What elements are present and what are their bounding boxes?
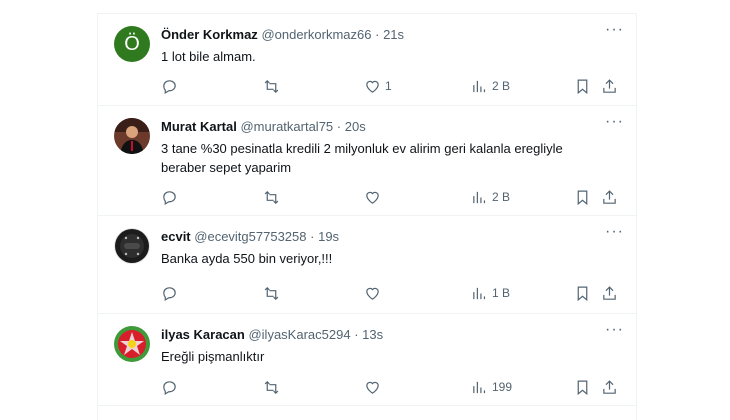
heart-icon	[366, 381, 379, 394]
timestamp[interactable]: 19s	[318, 229, 339, 244]
like-button[interactable]	[364, 283, 381, 303]
author-name[interactable]: ecvit	[161, 229, 191, 244]
retweet-button[interactable]	[263, 76, 280, 96]
tweet-text: Banka ayda 550 bin veriyor,!!!	[161, 251, 333, 266]
author-name[interactable]: ilyas Karacan	[161, 327, 245, 342]
timestamp[interactable]: 21s	[383, 27, 404, 42]
view-count: 1 B	[492, 286, 511, 300]
separator: ·	[310, 229, 315, 244]
view-count: 2 B	[492, 190, 511, 204]
author-handle[interactable]: @ecevitg57753258	[194, 229, 306, 244]
reply-button[interactable]	[161, 76, 178, 96]
heart-icon	[366, 191, 379, 204]
view-count: 199	[492, 380, 513, 394]
retweet-button[interactable]	[263, 377, 280, 397]
tweet[interactable]: Ö Önder Korkmaz @onderkorkmaz66 · 21s ··…	[98, 14, 636, 106]
tweet-header: ecvit @ecevitg57753258 · 19s	[161, 229, 596, 245]
separator: ·	[336, 119, 342, 134]
tweet-feed: Ö Önder Korkmaz @onderkorkmaz66 · 21s ··…	[97, 13, 637, 420]
timestamp[interactable]: 20s	[345, 119, 366, 134]
separator: ·	[354, 327, 359, 342]
share-icon	[603, 379, 616, 394]
author-handle[interactable]: @muratkartal75	[240, 119, 333, 134]
retweet-button[interactable]	[263, 187, 280, 207]
tweet-header: ilyas Karacan @ilyasKarac5294 · 13s	[161, 327, 596, 343]
bookmark-button[interactable]	[574, 76, 591, 96]
avatar-photo	[114, 326, 150, 362]
like-count: 1	[385, 79, 392, 93]
reply-icon	[163, 380, 176, 395]
share-icon	[603, 78, 616, 93]
views-button[interactable]: 2 B	[471, 187, 510, 207]
share-button[interactable]	[601, 76, 618, 96]
retweet-icon	[264, 190, 279, 204]
tweet[interactable]: Murat Kartal @muratkartal75 · 20s ··· 3 …	[98, 106, 636, 216]
author-handle[interactable]: @onderkorkmaz66	[261, 27, 371, 42]
author-handle[interactable]: @ilyasKarac5294	[248, 327, 350, 342]
tweet-actions: 2 B	[161, 187, 624, 207]
share-icon	[603, 189, 616, 204]
tweet-text: 1 lot bile almam.	[161, 49, 256, 64]
tweet-actions: 1 2 B	[161, 76, 624, 96]
tweet-text: Ereğli pişmanlıktır	[161, 349, 265, 364]
views-icon	[473, 191, 486, 203]
tweet-header: Önder Korkmaz @onderkorkmaz66 · 21s	[161, 27, 596, 43]
bookmark-icon	[577, 380, 588, 395]
more-options-icon[interactable]: ···	[605, 114, 623, 134]
reply-button[interactable]	[161, 283, 178, 303]
like-button[interactable]	[364, 187, 381, 207]
retweet-icon	[264, 79, 279, 93]
share-button[interactable]	[601, 283, 618, 303]
timestamp[interactable]: 13s	[362, 327, 383, 342]
tweet[interactable]: ecvit @ecevitg57753258 · 19s ··· Banka a…	[98, 216, 636, 314]
heart-icon	[366, 80, 379, 93]
share-icon	[603, 285, 616, 300]
separator: ·	[375, 27, 380, 42]
more-options-icon[interactable]: ···	[605, 224, 623, 244]
share-button[interactable]	[601, 187, 618, 207]
retweet-icon	[264, 380, 279, 394]
more-options-icon[interactable]: ···	[605, 322, 623, 342]
like-button[interactable]	[364, 377, 381, 397]
retweet-button[interactable]	[263, 283, 280, 303]
bookmark-button[interactable]	[574, 377, 591, 397]
reply-button[interactable]	[161, 187, 178, 207]
tweet-actions: 1 B	[161, 283, 624, 303]
views-button[interactable]: 1 B	[471, 283, 510, 303]
author-name[interactable]: Önder Korkmaz	[161, 27, 258, 42]
avatar[interactable]	[114, 118, 150, 154]
reply-icon	[163, 79, 176, 94]
more-options-icon[interactable]: ···	[605, 22, 623, 42]
avatar[interactable]: Ö	[114, 26, 150, 62]
share-button[interactable]	[601, 377, 618, 397]
views-icon	[473, 80, 486, 92]
bookmark-icon	[577, 286, 588, 301]
views-icon	[473, 287, 486, 299]
retweet-icon	[264, 286, 279, 300]
view-count: 2 B	[492, 79, 511, 93]
heart-icon	[366, 287, 379, 300]
reply-icon	[163, 286, 176, 301]
tweet-header: Murat Kartal @muratkartal75 · 20s	[161, 119, 596, 135]
author-name[interactable]: Murat Kartal	[161, 119, 237, 134]
views-button[interactable]: 199	[471, 377, 512, 397]
reply-icon	[163, 190, 176, 205]
bookmark-button[interactable]	[574, 283, 591, 303]
like-button[interactable]: 1	[364, 76, 392, 96]
avatar[interactable]	[114, 326, 150, 362]
bookmark-button[interactable]	[574, 187, 591, 207]
tweet[interactable]: ilyas Karacan @ilyasKarac5294 · 13s ··· …	[98, 314, 636, 406]
tweet-text: 3 tane %30 pesinatla kredili 2 milyonluk…	[161, 141, 563, 175]
avatar-photo	[114, 228, 150, 264]
bookmark-icon	[577, 79, 588, 94]
avatar[interactable]	[114, 228, 150, 264]
bookmark-icon	[577, 190, 588, 205]
views-button[interactable]: 2 B	[471, 76, 510, 96]
views-icon	[473, 381, 486, 393]
avatar-photo	[114, 118, 150, 154]
reply-button[interactable]	[161, 377, 178, 397]
tweet-actions: 199	[161, 377, 624, 397]
